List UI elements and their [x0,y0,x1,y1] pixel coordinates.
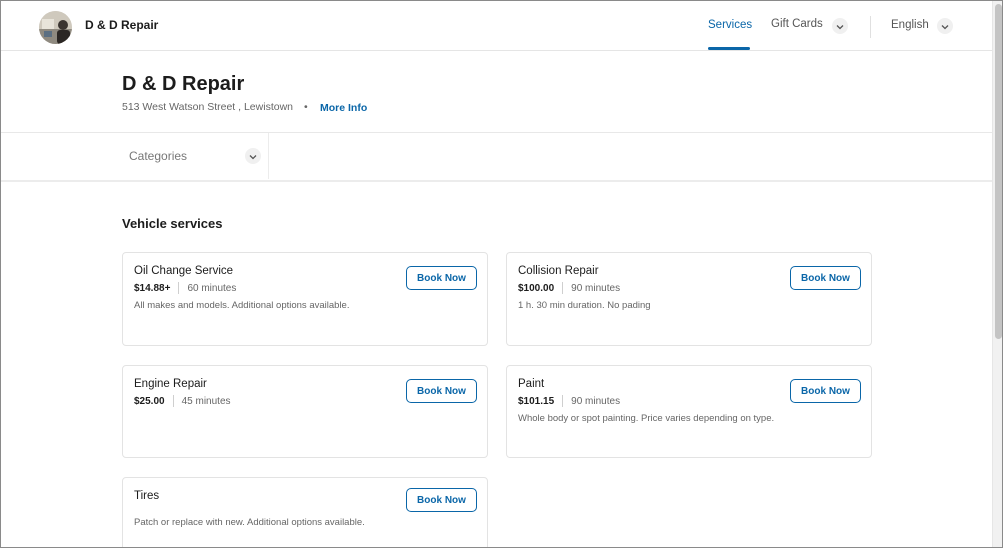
section-title: Vehicle services [122,216,223,231]
tab-gift-cards[interactable]: Gift Cards [771,18,823,30]
business-address: 513 West Watson Street , Lewistown [122,101,293,113]
tab-services[interactable]: Services [708,19,752,31]
meta-divider [172,395,174,407]
service-card: Oil Change Service $14.88+ 60 minutes Al… [122,252,488,346]
service-price: $25.00 [134,395,165,407]
book-now-button[interactable]: Book Now [406,379,477,403]
service-price: $101.15 [518,395,555,407]
address-separator: • [304,101,308,113]
service-price: $14.88+ [134,282,171,294]
service-meta: $14.88+ 60 minutes [134,282,236,294]
service-card: Tires Patch or replace with new. Additio… [122,477,488,547]
service-price: $100.00 [518,282,555,294]
nav-divider [870,16,871,38]
service-meta: $25.00 45 minutes [134,395,231,407]
meta-divider [178,282,180,294]
language-selector[interactable]: English [891,19,929,31]
service-meta: $101.15 90 minutes [518,395,620,407]
service-card: Collision Repair $100.00 90 minutes 1 h.… [506,252,872,346]
service-description: Whole body or spot painting. Price varie… [518,413,775,424]
more-info-link[interactable]: More Info [320,102,367,114]
top-navigation: D & D Repair Services Gift Cards English [1,1,992,51]
meta-divider [562,395,564,407]
service-description: All makes and models. Additional options… [134,300,350,311]
business-avatar-icon[interactable] [39,11,72,44]
service-duration: 90 minutes [571,282,621,294]
chevron-down-icon [836,17,844,35]
scrollbar-thumb[interactable] [995,4,1002,339]
service-duration: 45 minutes [181,395,231,407]
service-name: Tires [134,490,160,502]
book-now-button[interactable]: Book Now [406,488,477,512]
meta-divider [562,282,564,294]
chevron-down-icon [249,147,257,165]
service-description: Patch or replace with new. Additional op… [134,517,365,528]
categories-label[interactable]: Categories [129,149,187,163]
brand-name[interactable]: D & D Repair [85,18,158,32]
service-duration: 60 minutes [187,282,237,294]
gift-cards-dropdown-button[interactable] [832,18,848,34]
page-title: D & D Repair [122,73,245,95]
service-name: Paint [518,378,545,390]
tab-services-active-indicator [708,47,750,50]
service-name: Collision Repair [518,265,599,277]
book-now-button[interactable]: Book Now [790,266,861,290]
book-now-button[interactable]: Book Now [406,266,477,290]
service-card: Engine Repair $25.00 45 minutes Book Now [122,365,488,458]
language-dropdown-button[interactable] [937,18,953,34]
service-name: Engine Repair [134,378,207,390]
service-card: Paint $101.15 90 minutes Whole body or s… [506,365,872,458]
divider [1,180,992,182]
service-description: 1 h. 30 min duration. No pading [518,300,651,311]
app-window: D & D Repair Services Gift Cards English… [0,0,1003,548]
book-now-button[interactable]: Book Now [790,379,861,403]
categories-dropdown-button[interactable] [245,148,261,164]
service-meta: $100.00 90 minutes [518,282,620,294]
service-name: Oil Change Service [134,265,234,277]
vertical-scrollbar[interactable] [992,1,1002,547]
service-duration: 90 minutes [571,395,621,407]
chevron-down-icon [941,17,949,35]
